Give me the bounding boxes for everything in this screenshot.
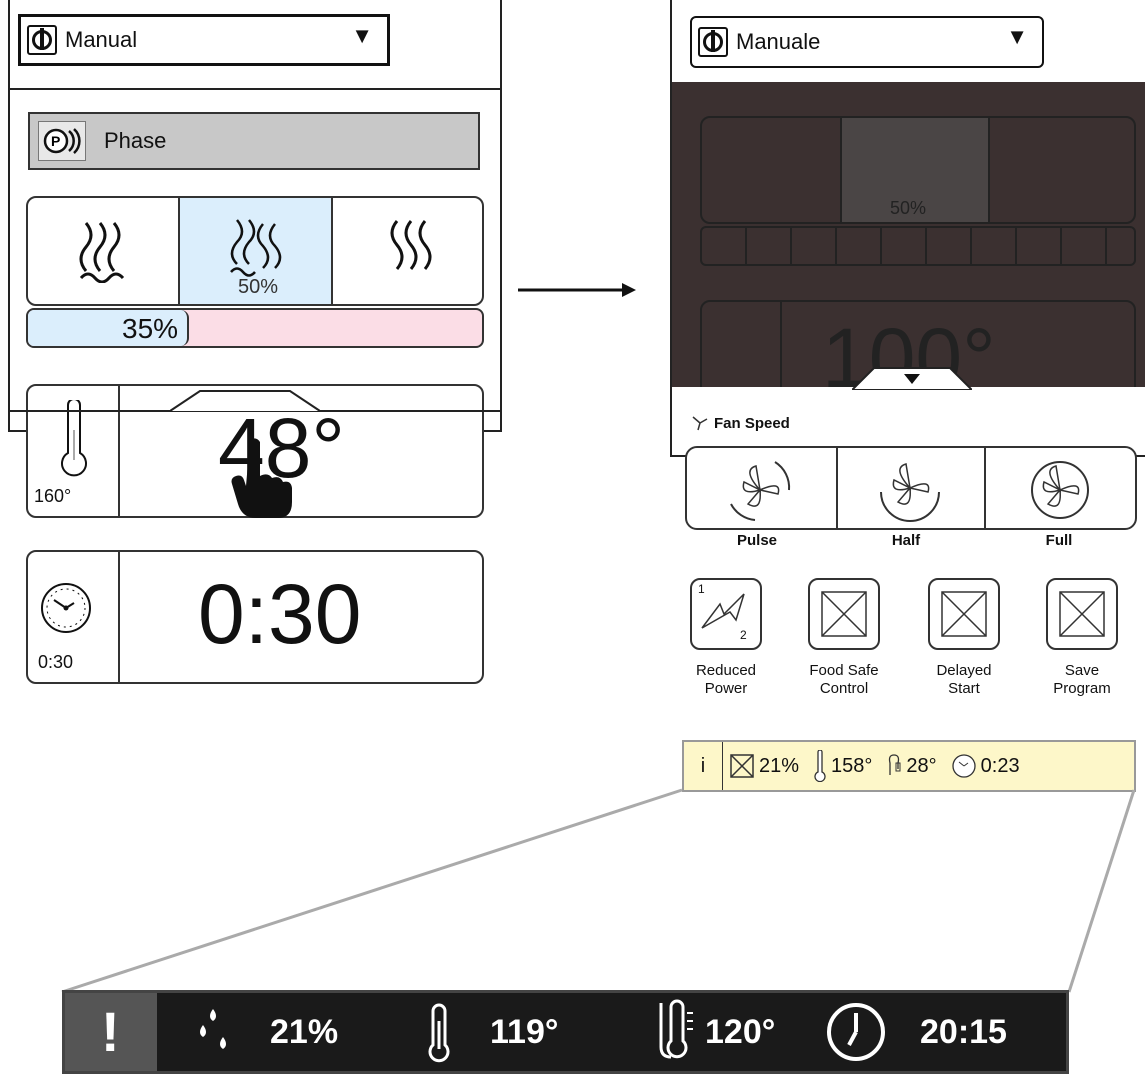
mode-dropdown-label: Manuale [736, 29, 821, 54]
arrow-right-icon [518, 283, 636, 297]
left-screen: Manual ▼ P Phase 50% 35% 160° 48° 0:30 0… [8, 0, 502, 684]
reduced-power-digit-2: 2 [740, 628, 747, 642]
steam-mode-combi[interactable]: 50% [180, 198, 332, 304]
left-header-divider [10, 88, 500, 90]
divider [988, 118, 990, 222]
core-probe-icon [659, 999, 693, 1059]
label-line: Start [948, 680, 980, 697]
reduced-power-label: Reduced Power [671, 662, 781, 698]
temperature-setpoint: 160° [34, 486, 72, 506]
fan-speed-title: Fan Speed [714, 414, 790, 432]
save-program-label: Save Program [1027, 662, 1137, 698]
save-program-button[interactable] [1046, 578, 1118, 650]
phase-icon: P [38, 121, 86, 161]
divider [178, 198, 180, 304]
dimmed-progress-bar [700, 226, 1136, 266]
thermometer-icon [428, 1003, 450, 1063]
reduced-power-button[interactable]: 1 2 [690, 578, 762, 650]
mode-dropdown-label: Manual [65, 27, 138, 52]
dimmed-background: 50% 100° [672, 82, 1145, 387]
chevron-down-icon: ▼ [1006, 24, 1028, 49]
divider [118, 386, 120, 516]
clock-icon [41, 583, 91, 633]
alert-icon: ! [101, 1000, 120, 1063]
delayed-start-button[interactable] [928, 578, 1000, 650]
dry-heat-icon [79, 222, 125, 283]
label-line: Reduced [695, 662, 757, 679]
divider [780, 302, 782, 387]
combi-heat-icon [230, 219, 282, 277]
steam-mode-dry[interactable] [28, 198, 178, 304]
humidity-drops-icon [200, 1009, 226, 1049]
label-line: Power [704, 680, 748, 697]
label-line: Save [1064, 662, 1100, 679]
timer-current: 0:30 [198, 567, 362, 661]
pointing-hand-icon [231, 438, 292, 518]
dimmed-steam-selector: 50% [700, 116, 1136, 224]
phase-label: Phase [104, 128, 167, 153]
food-safe-control-button[interactable] [808, 578, 880, 650]
status-humidity: 21% [270, 1013, 339, 1051]
thermometer-icon [61, 400, 87, 477]
placeholder-icon [941, 591, 987, 637]
clock-icon [952, 754, 976, 778]
fan-option-full: Full [1045, 532, 1073, 549]
humidity-icon [730, 754, 754, 778]
humidity-value: 35% [122, 313, 179, 344]
steam-percent-label: 50% [238, 276, 279, 298]
alert-block[interactable]: ! [65, 993, 157, 1071]
label-line: Delayed [936, 662, 992, 679]
steam-icon [390, 220, 432, 270]
divider [331, 198, 333, 304]
probe-icon [889, 754, 901, 775]
steam-mode-selector: 50% [26, 196, 484, 306]
mode-dropdown[interactable]: Manual ▼ [18, 14, 390, 66]
info-oven-temp: 158° [831, 754, 873, 777]
info-time: 0:23 [980, 754, 1020, 777]
timer-panel[interactable]: 0:30 0:30 [26, 550, 484, 684]
reduced-power-digit-1: 1 [698, 582, 705, 596]
status-time: 20:15 [920, 1013, 1007, 1051]
divider [984, 448, 986, 528]
fan-half-icon[interactable] [875, 458, 945, 522]
status-bar: ! 21% 119° 120° 20:15 [62, 990, 1069, 1074]
status-oven-temp: 119° [490, 1013, 559, 1051]
drawer-handle[interactable] [170, 389, 320, 413]
svg-text:P: P [51, 133, 60, 149]
dimmed-steam-percent: 50% [890, 198, 927, 218]
info-probe-temp: 28° [906, 754, 937, 777]
mode-dropdown-it[interactable]: Manuale ▼ [690, 16, 1044, 68]
fan-option-pulse: Pulse [736, 532, 778, 549]
fan-speed-selector [685, 446, 1137, 530]
clock-icon [827, 1003, 885, 1061]
delayed-start-label: Delayed Start [909, 662, 1019, 698]
fan-speed-header: Fan Speed [690, 414, 790, 432]
fan-icon [692, 416, 708, 431]
phase-button[interactable]: P Phase [28, 112, 480, 170]
label-line: Control [819, 680, 869, 697]
label-line: Food Safe [809, 662, 879, 679]
humidity-bar[interactable]: 35% [26, 308, 484, 348]
chevron-down-icon: ▼ [351, 23, 373, 48]
fan-option-half: Half [891, 532, 921, 549]
fan-full-icon[interactable] [1025, 458, 1095, 522]
placeholder-icon [1059, 591, 1105, 637]
divider [118, 552, 120, 682]
info-humidity: 21% [759, 754, 800, 777]
fan-pulse-icon[interactable] [725, 458, 795, 522]
power-icon [27, 25, 57, 55]
power-icon [698, 27, 728, 57]
timer-setpoint: 0:30 [38, 652, 74, 672]
label-line: Program [1053, 680, 1111, 697]
thermometer-icon [814, 750, 826, 782]
status-probe-temp: 120° [705, 1013, 776, 1051]
zoom-lines [61, 788, 1136, 994]
divider [836, 448, 838, 528]
food-safe-label: Food Safe Control [789, 662, 899, 698]
placeholder-icon [821, 591, 867, 637]
divider [840, 118, 842, 222]
steam-mode-steam[interactable] [334, 198, 482, 304]
